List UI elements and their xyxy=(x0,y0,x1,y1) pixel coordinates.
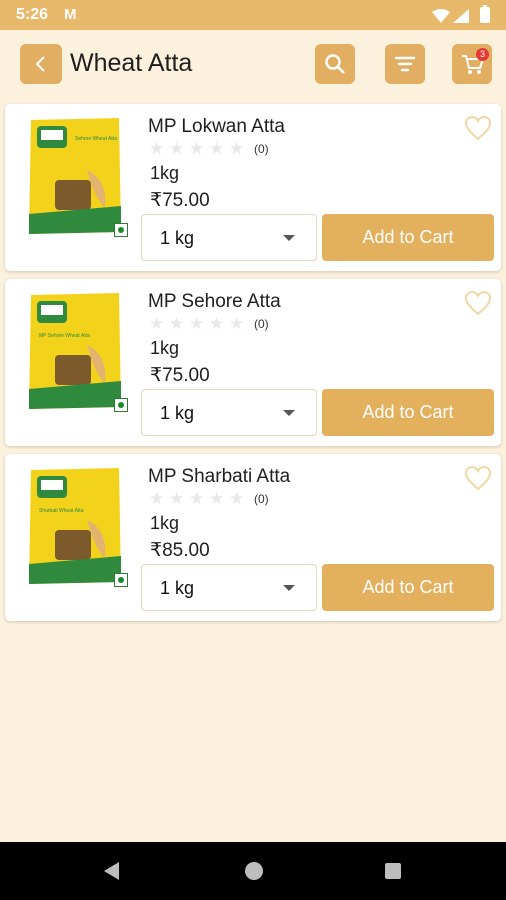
star-icon: ★ xyxy=(229,314,245,333)
caret-down-icon xyxy=(283,410,295,416)
heart-icon[interactable] xyxy=(464,290,492,316)
star-icon: ★ xyxy=(209,139,225,158)
add-to-cart-button[interactable]: Add to Cart xyxy=(322,389,494,436)
star-icon: ★ xyxy=(209,489,225,508)
home-circle-icon[interactable] xyxy=(245,862,263,880)
veg-indicator-icon xyxy=(114,398,128,412)
cart-button[interactable]: 3 xyxy=(452,44,492,84)
quantity-value: 1 kg xyxy=(160,578,195,598)
pack-label: MP Sehore Wheat Atta xyxy=(39,333,90,339)
add-to-cart-button[interactable]: Add to Cart xyxy=(322,214,494,261)
filter-button[interactable] xyxy=(385,44,425,84)
product-card[interactable]: MP Sehore Wheat Atta MP Sehore Atta ★ ★ … xyxy=(5,279,501,446)
pack-label: Sehore Wheat Atta xyxy=(75,136,117,142)
quantity-value: 1 kg xyxy=(160,403,195,423)
product-price: ₹85.00 xyxy=(150,540,210,561)
quantity-select[interactable]: 1 kg xyxy=(141,564,317,611)
product-weight: 1kg xyxy=(150,163,180,183)
signal-icon xyxy=(453,9,469,23)
product-name[interactable]: MP Lokwan Atta xyxy=(148,116,285,138)
cart-count-badge: 3 xyxy=(476,48,489,61)
product-image[interactable]: Sehore Wheat Atta xyxy=(27,116,123,236)
recents-square-icon[interactable] xyxy=(385,863,401,879)
product-weight: 1kg xyxy=(150,338,180,358)
product-name[interactable]: MP Sehore Atta xyxy=(148,291,281,313)
star-icon: ★ xyxy=(149,489,165,508)
chevron-left-icon xyxy=(35,56,45,72)
caret-down-icon xyxy=(283,235,295,241)
star-icon: ★ xyxy=(229,139,245,158)
product-image[interactable]: Sharbati Wheat Atta xyxy=(27,466,123,586)
star-icon: ★ xyxy=(169,314,185,333)
rating-count: (0) xyxy=(254,492,269,506)
search-icon xyxy=(325,54,345,74)
add-to-cart-button[interactable]: Add to Cart xyxy=(322,564,494,611)
pack-label: Sharbati Wheat Atta xyxy=(39,508,84,514)
system-navigation-bar xyxy=(0,842,506,900)
rating-count: (0) xyxy=(254,142,269,156)
product-weight: 1kg xyxy=(150,513,180,533)
product-price: ₹75.00 xyxy=(150,190,210,211)
product-card[interactable]: Sharbati Wheat Atta MP Sharbati Atta ★ ★… xyxy=(5,454,501,621)
product-card[interactable]: Sehore Wheat Atta MP Lokwan Atta ★ ★ ★ ★… xyxy=(5,104,501,271)
quantity-select[interactable]: 1 kg xyxy=(141,389,317,436)
gmail-icon: M xyxy=(64,6,77,23)
product-image[interactable]: MP Sehore Wheat Atta xyxy=(27,291,123,411)
page-title: Wheat Atta xyxy=(70,49,193,77)
star-icon: ★ xyxy=(149,139,165,158)
status-time: 5:26 xyxy=(16,6,49,23)
star-icon: ★ xyxy=(209,314,225,333)
star-icon: ★ xyxy=(169,139,185,158)
star-icon: ★ xyxy=(189,489,205,508)
quantity-value: 1 kg xyxy=(160,228,195,248)
filter-icon xyxy=(394,56,416,72)
heart-icon[interactable] xyxy=(464,465,492,491)
star-icon: ★ xyxy=(189,139,205,158)
status-bar: 5:26 M xyxy=(0,0,506,30)
veg-indicator-icon xyxy=(114,573,128,587)
product-name[interactable]: MP Sharbati Atta xyxy=(148,466,290,488)
rating-count: (0) xyxy=(254,317,269,331)
star-icon: ★ xyxy=(169,489,185,508)
app-bar: Wheat Atta 3 xyxy=(0,30,506,98)
heart-icon[interactable] xyxy=(464,115,492,141)
search-button[interactable] xyxy=(315,44,355,84)
caret-down-icon xyxy=(283,585,295,591)
star-icon: ★ xyxy=(149,314,165,333)
product-price: ₹75.00 xyxy=(150,365,210,386)
wifi-icon xyxy=(432,9,450,23)
star-icon: ★ xyxy=(229,489,245,508)
quantity-select[interactable]: 1 kg xyxy=(141,214,317,261)
battery-icon xyxy=(480,5,490,23)
back-button[interactable] xyxy=(20,44,62,84)
star-icon: ★ xyxy=(189,314,205,333)
veg-indicator-icon xyxy=(114,223,128,237)
back-triangle-icon[interactable] xyxy=(104,862,119,880)
